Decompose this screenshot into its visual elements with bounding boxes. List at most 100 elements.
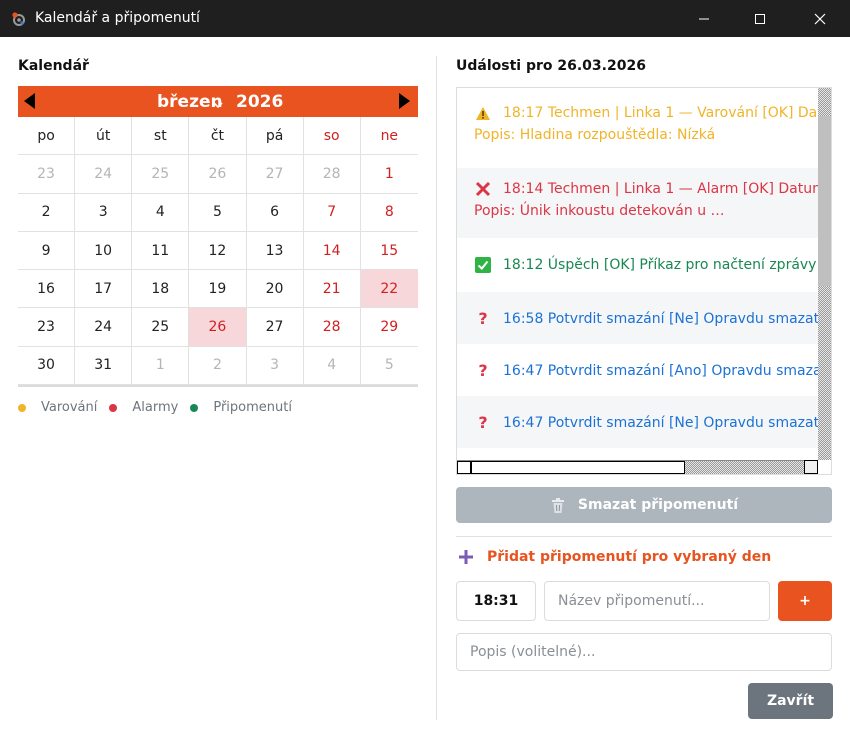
trash-icon — [550, 497, 566, 514]
weekday-label: čt — [189, 117, 247, 156]
maximize-button[interactable] — [732, 0, 788, 37]
calendar-day[interactable]: 25 — [132, 308, 190, 347]
event-item[interactable]: 18:17 Techmen | Linka 1 — Varování [OK] … — [457, 94, 819, 154]
calendar-day[interactable]: 12 — [189, 231, 247, 271]
calendar-day[interactable]: 5 — [189, 193, 247, 232]
calendar-day[interactable]: 2 — [189, 346, 247, 386]
events-vertical-scrollbar[interactable] — [818, 88, 831, 460]
calendar-day[interactable]: 28 — [303, 308, 361, 347]
calendar-day[interactable]: 21 — [303, 270, 361, 309]
close-window-button[interactable] — [792, 0, 848, 37]
event-text: 18:14 Techmen | Linka 1 — Alarm [OK] Dat… — [503, 181, 819, 197]
next-month-arrow-icon[interactable] — [399, 93, 410, 109]
event-item[interactable]: 18:14 Techmen | Linka 1 — Alarm [OK] Dat… — [457, 168, 819, 238]
year-selector[interactable]: 2026 — [236, 92, 283, 112]
calendar-heading: Kalendář — [18, 58, 89, 74]
close-button[interactable]: Zavřít — [748, 683, 833, 719]
calendar-day[interactable]: 29 — [360, 308, 418, 347]
calendar-day[interactable]: 11 — [132, 231, 190, 271]
calendar-day[interactable]: 19 — [189, 270, 247, 309]
calendar-day[interactable]: 3 — [246, 346, 304, 386]
calendar-day-selected[interactable]: 26 — [189, 308, 247, 347]
title-bar: Kalendář a připomenutí — [0, 0, 850, 37]
chevron-down-icon[interactable] — [213, 99, 223, 112]
calendar-day[interactable]: 27 — [246, 155, 304, 194]
calendar-day[interactable]: 23 — [18, 155, 76, 194]
legend-label: Alarmy — [132, 400, 179, 415]
calendar-month-header: březen 2026 — [18, 86, 418, 117]
scrollbar-corner — [804, 460, 818, 474]
calendar-day[interactable]: 8 — [360, 194, 418, 232]
calendar-week-row: 30 31 1 2 3 4 5 — [18, 346, 418, 386]
calendar-day[interactable]: 3 — [75, 193, 133, 232]
calendar-day[interactable]: 1 — [132, 346, 190, 386]
question-icon: ? — [478, 361, 488, 380]
horizontal-scroll-thumb[interactable] — [471, 461, 685, 474]
weekday-label: st — [132, 117, 190, 156]
calendar-legend: Varování Alarmy Připomenutí — [18, 400, 304, 415]
calendar-day[interactable]: 18 — [132, 270, 190, 309]
events-list[interactable]: 18:17 Techmen | Linka 1 — Varování [OK] … — [456, 87, 832, 475]
calendar-day[interactable]: 4 — [132, 193, 190, 232]
minimize-button[interactable] — [676, 0, 732, 37]
calendar-grid: po út st čt pá so ne 23 24 25 26 27 28 1… — [18, 117, 418, 388]
section-divider — [456, 536, 832, 537]
alarm-dot-icon — [109, 403, 118, 412]
calendar-week-row: 16 17 18 19 20 21 22 — [18, 270, 418, 309]
vertical-scroll-thumb[interactable] — [818, 116, 831, 286]
prev-month-arrow-icon[interactable] — [24, 93, 35, 109]
event-item[interactable]: 18:12 Úspěch [OK] Příkaz pro načtení zpr… — [457, 238, 819, 292]
calendar-day[interactable]: 30 — [18, 346, 76, 386]
calendar-day[interactable]: 1 — [360, 155, 418, 194]
calendar-day[interactable]: 28 — [303, 155, 361, 194]
reminder-description-input[interactable] — [456, 633, 832, 671]
calendar-day[interactable]: 23 — [18, 308, 76, 347]
calendar-day[interactable]: 9 — [18, 231, 76, 271]
delete-reminder-button[interactable]: Smazat připomenutí — [456, 487, 832, 523]
calendar-day[interactable]: 26 — [189, 155, 247, 194]
scroll-left-arrow-icon[interactable] — [457, 461, 471, 474]
calendar-day[interactable]: 5 — [360, 347, 418, 386]
event-item[interactable]: ? 16:58 Potvrdit smazání [Ne] Opravdu sm… — [457, 292, 819, 344]
calendar-day-highlighted[interactable]: 22 — [360, 270, 418, 309]
event-text: 16:47 Potvrdit smazání [Ne] Opravdu smaz… — [503, 415, 819, 431]
calendar-day[interactable]: 2 — [18, 193, 76, 232]
calendar-day[interactable]: 7 — [303, 193, 361, 232]
app-gear-icon — [10, 10, 28, 28]
calendar-week-row: 23 24 25 26 27 28 29 — [18, 308, 418, 347]
window-title: Kalendář a připomenutí — [35, 10, 200, 26]
event-text: 18:12 Úspěch [OK] Příkaz pro načtení zpr… — [503, 257, 817, 273]
calendar-day[interactable]: 10 — [75, 231, 133, 271]
events-horizontal-scrollbar[interactable] — [457, 460, 818, 474]
calendar-day[interactable]: 14 — [303, 231, 361, 271]
calendar-day[interactable]: 6 — [246, 193, 304, 232]
events-heading: Události pro 26.03.2026 — [456, 58, 646, 74]
reminder-name-input[interactable] — [544, 581, 770, 621]
weekday-label: pá — [246, 117, 304, 156]
calendar-day[interactable]: 20 — [246, 270, 304, 309]
weekday-label: ne — [360, 117, 418, 156]
plus-icon — [458, 549, 474, 565]
calendar-day[interactable]: 16 — [18, 270, 76, 309]
calendar-week-row: 23 24 25 26 27 28 1 — [18, 155, 418, 194]
calendar-day[interactable]: 24 — [75, 308, 133, 347]
legend-item-reminder: Připomenutí — [190, 400, 292, 415]
weekday-label: po — [18, 117, 76, 156]
calendar-day[interactable]: 13 — [246, 231, 304, 271]
warning-dot-icon — [18, 403, 26, 412]
calendar-day[interactable]: 24 — [75, 155, 133, 194]
checkmark-icon — [474, 256, 492, 274]
calendar-day[interactable]: 31 — [75, 346, 133, 386]
add-reminder-button[interactable]: + — [778, 581, 832, 621]
calendar-day[interactable]: 4 — [303, 346, 361, 386]
event-item[interactable]: ? 16:47 Potvrdit smazání [Ano] Opravdu s… — [457, 344, 819, 396]
legend-item-alarm: Alarmy — [109, 400, 178, 415]
calendar-day[interactable]: 25 — [132, 155, 190, 194]
event-item[interactable]: ? 16:47 Potvrdit smazání [Ne] Opravdu sm… — [457, 396, 819, 448]
calendar-day[interactable]: 15 — [360, 232, 418, 271]
calendar-day[interactable]: 27 — [246, 308, 304, 347]
calendar-day[interactable]: 17 — [75, 270, 133, 309]
warning-icon — [474, 104, 492, 122]
time-field[interactable]: 18:31 — [456, 581, 536, 621]
question-icon: ? — [478, 309, 488, 328]
